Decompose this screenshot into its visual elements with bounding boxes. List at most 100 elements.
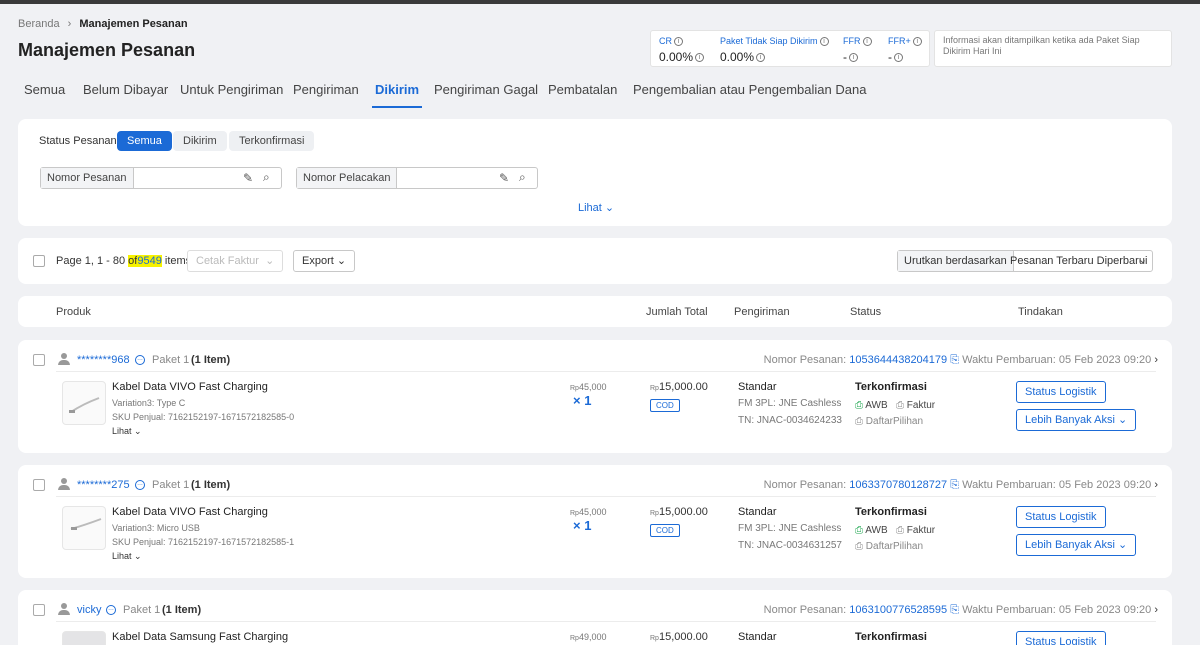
select-all-checkbox[interactable] — [33, 255, 45, 267]
window-top-bar — [0, 0, 1200, 4]
metric-ffr-plus-label: FFR+ — [888, 36, 911, 46]
tab-semua[interactable]: Semua — [24, 82, 65, 97]
divider — [56, 496, 1156, 497]
col-total: Jumlah Total — [646, 306, 708, 318]
product-thumbnail[interactable] — [62, 381, 106, 425]
order-status: Terkonfirmasi — [855, 506, 927, 518]
tab-belum-dibayar[interactable]: Belum Dibayar — [83, 82, 168, 97]
updated-label: Waktu Pembaruan: — [962, 354, 1056, 366]
info-icon[interactable]: i — [695, 53, 705, 63]
info-icon[interactable]: i — [819, 37, 829, 47]
status-pill-semua[interactable]: Semua — [117, 131, 172, 151]
metric-cr-label: CR — [659, 36, 672, 46]
awb-doc[interactable]: ⎙ AWB — [855, 525, 888, 536]
awb-doc[interactable]: ⎙ AWB — [855, 400, 888, 411]
copy-icon[interactable]: ⎘ — [950, 354, 959, 366]
see-more-link[interactable]: Lihat ⌄ — [112, 551, 142, 562]
total-amount-value: 15,000.00 — [658, 381, 708, 393]
buyer-name[interactable]: ********968 — [77, 354, 130, 366]
product-name[interactable]: Kabel Data VIVO Fast Charging — [112, 506, 268, 518]
copy-icon[interactable]: ⎘ — [950, 479, 959, 491]
order-number-link[interactable]: 1063370780128727 — [849, 479, 947, 491]
product-thumbnail[interactable] — [62, 631, 106, 645]
order-number-label: Nomor Pesanan: — [763, 479, 847, 491]
tab-dikirim[interactable]: Dikirim — [371, 82, 423, 108]
printer-icon: ⎙ — [855, 416, 863, 427]
picklist-doc[interactable]: ⎙ DaftarPilihan — [855, 416, 923, 427]
tab-untuk-pengiriman[interactable]: Untuk Pengiriman — [180, 82, 283, 97]
order-number-input[interactable] — [129, 170, 239, 186]
tab-pengiriman[interactable]: Pengiriman — [293, 82, 359, 97]
order-checkbox[interactable] — [33, 479, 45, 491]
picklist-label: DaftarPilihan — [865, 416, 924, 427]
buyer-name[interactable]: ********275 — [77, 479, 130, 491]
breadcrumb-home[interactable]: Beranda — [18, 18, 60, 30]
chevron-right-icon[interactable]: › — [1154, 604, 1158, 616]
tab-pengiriman-gagal[interactable]: Pengiriman Gagal — [434, 82, 538, 97]
tab-pengembalian[interactable]: Pengembalian atau Pengembalian Dana — [633, 82, 866, 97]
col-action: Tindakan — [1018, 306, 1063, 318]
product-name[interactable]: Kabel Data VIVO Fast Charging — [112, 381, 268, 393]
info-icon[interactable]: i — [862, 37, 872, 47]
chevron-right-icon[interactable]: › — [1154, 479, 1158, 491]
clear-edit-icon[interactable]: ✎ — [499, 171, 509, 185]
picklist-label: DaftarPilihan — [865, 541, 924, 552]
page-range: Page 1, 1 - 80 — [56, 255, 126, 267]
divider — [56, 621, 1156, 622]
logistics-status-button[interactable]: Status Logistik — [1016, 631, 1106, 645]
total-amount: Rp15,000.00 — [650, 381, 708, 393]
show-more-filters-link[interactable]: Lihat ⌄ — [578, 201, 614, 214]
info-icon[interactable]: i — [849, 53, 858, 63]
status-pill-terkonfirmasi[interactable]: Terkonfirmasi — [229, 131, 315, 151]
order-number-link[interactable]: 1053644438204179 — [849, 354, 947, 366]
more-actions-button[interactable]: Lebih Banyak Aksi ⌄ — [1016, 409, 1137, 431]
sort-select[interactable]: Urutkan berdasarkan Pesanan Terbaru Dipe… — [897, 250, 1153, 272]
print-invoice-dropdown[interactable]: Cetak Faktur ⌄ — [187, 250, 284, 272]
unit-price-value: 45,000 — [578, 382, 607, 392]
info-icon[interactable]: i — [674, 37, 683, 47]
chevron-right-icon[interactable]: › — [1154, 354, 1158, 366]
tab-pembatalan[interactable]: Pembatalan — [548, 82, 617, 97]
metric-ffr-label: FFR — [843, 36, 861, 46]
see-more-link[interactable]: Lihat ⌄ — [112, 426, 142, 437]
divider — [56, 371, 1156, 372]
logistics-status-button[interactable]: Status Logistik — [1016, 381, 1106, 403]
payment-badge: COD — [650, 399, 680, 412]
page-title: Manajemen Pesanan — [18, 40, 196, 60]
status-pill-dikirim[interactable]: Dikirim — [173, 131, 227, 151]
product-thumbnail[interactable] — [62, 506, 106, 550]
clear-edit-icon[interactable]: ✎ — [243, 171, 253, 185]
order-number-label: Nomor Pesanan — [41, 168, 134, 188]
invoice-doc[interactable]: ⎙ Faktur — [896, 525, 935, 536]
info-icon[interactable]: i — [894, 53, 903, 63]
export-dropdown[interactable]: Export ⌄ — [293, 250, 356, 272]
buyer-name[interactable]: vicky — [77, 604, 101, 616]
search-icon[interactable]: ⌕ — [519, 170, 526, 185]
order-number-link[interactable]: 1063100776528595 — [849, 604, 947, 616]
total-amount-value: 15,000.00 — [658, 506, 708, 518]
invoice-doc[interactable]: ⎙ Faktur — [896, 400, 935, 411]
chevron-down-icon: ⌄ — [265, 255, 275, 267]
search-icon[interactable]: ⌕ — [263, 170, 270, 185]
chat-icon[interactable]: … — [106, 605, 116, 615]
printer-icon: ⎙ — [855, 525, 863, 536]
product-name[interactable]: Kabel Data Samsung Fast Charging — [112, 631, 288, 643]
info-icon[interactable]: i — [912, 37, 922, 47]
chevron-down-icon: ⌄ — [1117, 414, 1128, 426]
logistics-status-button[interactable]: Status Logistik — [1016, 506, 1106, 528]
order-card: vicky … Paket 1 (1 Item) Nomor Pesanan: … — [18, 590, 1172, 645]
order-checkbox[interactable] — [33, 604, 45, 616]
copy-icon[interactable]: ⎘ — [950, 604, 959, 616]
chat-icon[interactable]: … — [135, 355, 145, 365]
currency: Rp — [650, 635, 659, 642]
tracking-number-field: Nomor Pelacakan ✎ ⌕ — [296, 167, 538, 189]
picklist-doc[interactable]: ⎙ DaftarPilihan — [855, 541, 923, 552]
more-actions-button[interactable]: Lebih Banyak Aksi ⌄ — [1016, 534, 1137, 556]
info-icon[interactable]: i — [756, 53, 766, 63]
chat-icon[interactable]: … — [135, 480, 145, 490]
tracking-number-input[interactable] — [393, 170, 495, 186]
metric-ffr-plus: FFR+ i -i — [888, 36, 922, 64]
order-meta: Nomor Pesanan: 1063100776528595 ⎘ Waktu … — [764, 604, 1158, 617]
order-checkbox[interactable] — [33, 354, 45, 366]
metric-not-ready-label: Paket Tidak Siap Dikirim — [720, 36, 818, 46]
